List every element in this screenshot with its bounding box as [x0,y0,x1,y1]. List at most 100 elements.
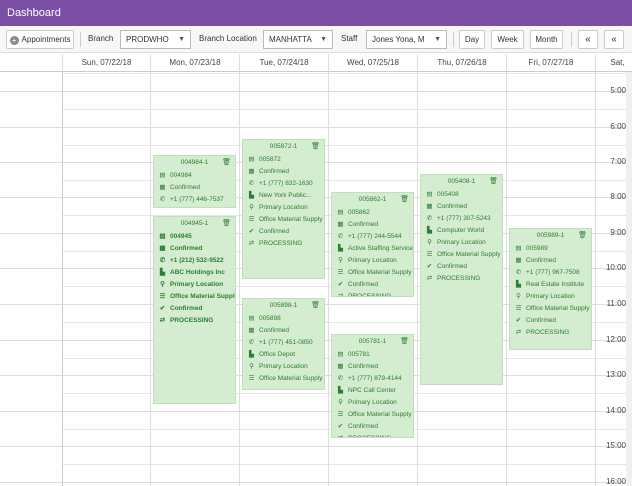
building-icon: ▙ [160,269,165,276]
trash-icon[interactable]: 🗑 [222,217,231,231]
branch-label: Branch [88,34,114,43]
processing-icon: ⇄ [515,329,522,336]
appointment-detail-text: Confirmed [259,327,289,334]
appointment-detail-text: Confirmed [348,423,378,430]
appointment-detail-row: ⚲ Primary Location [154,279,235,291]
vertical-scrollbar[interactable] [626,72,632,486]
appointment-card[interactable]: 004984-1 🗑 ▤ 004984 ▦ Confirmed ✆ +1 (777) 446-… [153,155,236,208]
appointment-detail-text: 005989 [526,245,548,252]
day-header[interactable]: Sat, [596,54,632,72]
time-label: 16:00 [605,477,626,486]
appointment-detail-row: ▤ 005872 [243,154,324,166]
appointment-card[interactable]: 005781-1 🗑 ▤ 005781 ▦ Confirmed ✆ +1 (777) 879-… [331,334,414,438]
appointment-detail-text: 004945 [170,233,192,240]
appointment-detail-text: Confirmed [170,305,203,312]
document-icon: ▤ [515,245,522,252]
trash-icon[interactable]: 🗑 [578,229,587,243]
day-header[interactable]: Mon, 07/23/18 [151,54,240,72]
processing-icon: ⇄ [337,293,344,297]
trash-icon[interactable]: 🗑 [222,156,231,170]
appointments-button[interactable]: + Appointments [6,30,74,49]
day-header[interactable]: Wed, 07/25/18 [329,54,418,72]
document-icon: ▤ [248,315,255,322]
appointment-detail-row: ✔ Confirmed [510,315,591,327]
phone-icon: ✆ [248,339,255,346]
month-view-button[interactable]: Month [530,30,563,49]
day-view-button[interactable]: Day [459,30,485,49]
day-header[interactable]: Sun, 07/22/18 [63,54,151,72]
appointment-detail-row: ⚲ Primary Location [243,361,324,373]
appointment-detail-text: Confirmed [259,168,289,175]
trash-icon[interactable]: 🗑 [400,193,409,207]
previous-button[interactable]: « [578,30,598,49]
location-icon: ⚲ [516,293,521,300]
hour-gridline [0,411,632,412]
list-icon: ☰ [426,251,433,258]
building-icon: ▙ [338,387,343,394]
branch-value: PRODWHO [126,35,169,44]
appointment-detail-row: ✆ +1 (777) 832-1630 [243,178,324,190]
toolbar-divider [453,32,454,47]
building-icon: ▙ [338,245,343,252]
appointment-id: 004945-1 🗑 [154,217,235,231]
appointment-card[interactable]: 005862-1 🗑 ▤ 005862 ▦ Confirmed ✆ +1 (777) 244-… [331,192,414,297]
branch-location-select[interactable]: MANHATTA ▼ [263,30,333,49]
appointment-card[interactable]: 005898-1 🗑 ▤ 005898 ▦ Confirmed ✆ +1 (777) 451-… [242,298,325,390]
chevron-down-icon: ▼ [178,36,185,43]
appointment-detail-text: NPC Call Center [348,387,397,394]
day-column-divider [239,54,240,486]
hour-gridline [0,446,632,447]
appointment-detail-row: ☰ Office Material Supply [243,214,324,226]
time-label: 12:00 [605,335,626,344]
time-label: 11:00 [606,299,626,308]
appointment-card[interactable]: 005989-1 🗑 ▤ 005989 ▦ Confirmed ✆ +1 (777) 967-… [509,228,592,350]
appointment-detail-text: PROCESSING [437,275,481,282]
plus-icon: + [9,36,19,45]
appointment-detail-text: Primary Location [437,239,486,246]
check-icon: ✔ [515,317,522,324]
appointment-detail-row: ✔ Confirmed [332,279,413,291]
calendar-icon: ▦ [159,184,166,191]
day-header[interactable]: Thu, 07/26/18 [418,54,507,72]
appointment-detail-text: Office Material Supply [526,305,590,312]
appointment-detail-row: ▤ 005781 [332,349,413,361]
half-hour-gridline [63,109,632,110]
calendar-icon: ▦ [337,221,344,228]
trash-icon[interactable]: 🗑 [311,140,320,154]
trash-icon[interactable]: 🗑 [311,299,320,313]
appointment-card[interactable]: 005408-1 🗑 ▤ 005408 ▦ Confirmed ✆ +1 (777) 307-… [420,174,503,385]
appointment-detail-text: PROCESSING [348,435,391,437]
staff-select[interactable]: Jones Yona, M ▼ [366,30,447,49]
appointment-detail-text: +1 (212) 532-9522 [170,257,224,264]
appointment-detail-text: Active Staffing Service [348,245,413,252]
appointment-detail-text: +1 (777) 832-1630 [259,180,313,187]
appointment-detail-text: PROCESSING [170,317,214,324]
toolbar-divider [80,32,81,47]
appointment-detail-text: Office Material Supply [259,375,323,382]
trash-icon[interactable]: 🗑 [489,175,498,189]
appointment-detail-text: Confirmed [348,221,378,228]
appointment-card[interactable]: 005872-1 🗑 ▤ 005872 ▦ Confirmed ✆ +1 (777) 832-… [242,139,325,279]
trash-icon[interactable]: 🗑 [400,335,409,349]
document-icon: ▤ [159,172,166,179]
location-icon: ⚲ [427,239,432,246]
appointment-detail-row: ▦ Confirmed [243,325,324,337]
next-button[interactable]: « [604,30,624,49]
check-icon: ✔ [248,228,255,235]
day-header[interactable]: Tue, 07/24/18 [240,54,329,72]
processing-icon: ⇄ [426,275,433,282]
appointment-detail-row: ✔ Confirmed [332,421,413,433]
day-column-divider [506,54,507,486]
branch-select[interactable]: PRODWHO ▼ [120,30,191,49]
toolbar: + Appointments Branch PRODWHO ▼ Branch Loc… [0,26,632,53]
appointment-detail-row: ⇄ PROCESSING [243,238,324,250]
day-column-divider [150,54,151,486]
list-icon: ☰ [515,305,522,312]
phone-icon: ✆ [159,196,166,203]
day-header[interactable]: Fri, 07/27/18 [507,54,596,72]
appointment-detail-row: ▤ 004984 [154,170,235,182]
appointment-detail-row: ▦ Confirmed [154,243,235,255]
list-icon: ☰ [337,269,344,276]
appointment-card[interactable]: 004945-1 🗑 ▤ 004945 ▦ Confirmed ✆ +1 (212) 532-… [153,216,236,404]
week-view-button[interactable]: Week [491,30,524,49]
